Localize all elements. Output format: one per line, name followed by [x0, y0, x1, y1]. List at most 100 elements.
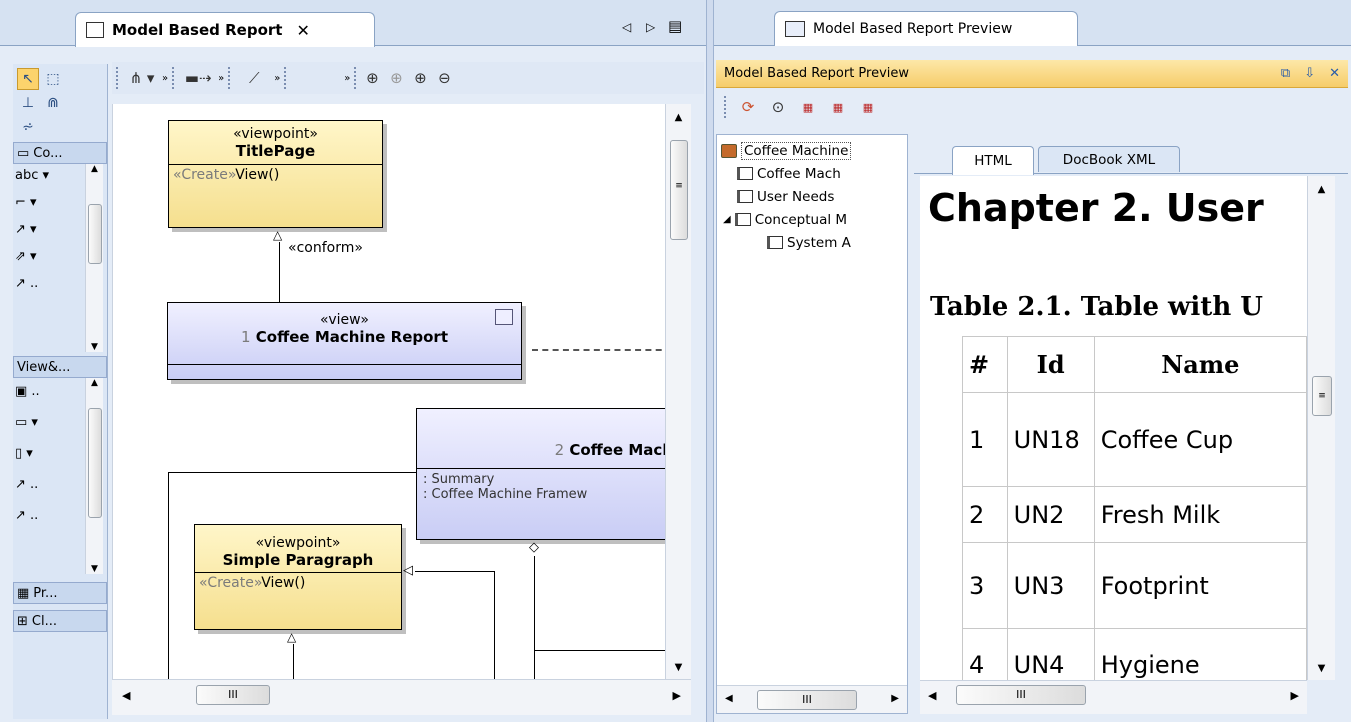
tree-item-conceptual[interactable]: ◢ Conceptual M [717, 208, 907, 231]
view-coffee-machine-framework[interactable]: 2 Coffee Mach : Summary : Coffee Machine… [416, 408, 665, 540]
view-tool-icon[interactable]: ▣ .. [15, 384, 40, 399]
layout-icon[interactable]: ⋔ ▾ [122, 66, 162, 90]
preview-icon[interactable]: ⊙ [766, 95, 790, 119]
user-needs-table: # Id Name 1 UN18 Coffee Cup 2 UN2 Fresh … [962, 336, 1307, 680]
arrow-head-icon: ◁ [403, 563, 413, 578]
composition-branch[interactable] [534, 650, 665, 651]
preview-hscrollbar[interactable]: ◀ III ▶ [920, 680, 1307, 714]
scroll-thumb[interactable]: ≡ [670, 140, 688, 240]
split-icon[interactable]: ⩫ [17, 116, 39, 138]
list-menu-icon[interactable]: ▤ [668, 17, 682, 35]
palette-scrollbar-2[interactable]: ▲ ▼ [85, 378, 103, 574]
palette-group-class[interactable]: ⊞ Cl... [13, 610, 107, 632]
pin-icon[interactable]: ⇩ [1304, 66, 1315, 81]
diagram-icon [86, 22, 104, 38]
refresh-icon[interactable]: ⟳ [736, 95, 760, 119]
expand-arrow-icon[interactable]: ◢ [723, 214, 731, 225]
export-xml-icon[interactable]: ▦ [856, 95, 880, 119]
palette-scrollbar-1[interactable]: ▲ ▼ [85, 164, 103, 352]
scroll-thumb[interactable] [88, 204, 102, 264]
tree-item-coffee-machine[interactable]: Coffee Machine [717, 139, 907, 162]
marquee-select-icon[interactable]: ⬚ [42, 68, 64, 90]
viewpoint-titlepage[interactable]: «viewpoint» TitlePage «Create»View() [168, 120, 383, 228]
scroll-thumb[interactable] [88, 408, 102, 518]
export-html-icon[interactable]: ▦ [796, 95, 820, 119]
expose-tool-icon[interactable]: ↗ .. [15, 508, 40, 523]
zoom-actual-icon[interactable]: ⊕ [384, 66, 408, 90]
zoom-out-icon[interactable]: ⊖ [432, 66, 456, 90]
document-tool-icon[interactable]: ▯ ▾ [15, 446, 40, 461]
close-icon[interactable]: ✕ [296, 21, 309, 40]
view-preview-icon[interactable] [495, 309, 513, 325]
table-caption: Table 2.1. Table with U [930, 292, 1263, 322]
tree-item-user-needs[interactable]: User Needs [717, 185, 907, 208]
arrow-head-icon: △ [287, 630, 297, 644]
book-icon [767, 236, 783, 249]
chapter-title: Chapter 2. User [928, 186, 1264, 230]
pointer-icon[interactable]: ↖ [17, 68, 39, 90]
path-style-icon[interactable]: ▬⇢ [178, 66, 218, 90]
report-tree: Coffee Machine Coffee Mach User Needs ◢ … [716, 134, 908, 714]
preview-panel-title: Model Based Report Preview ⧉ ⇩ ✕ [716, 60, 1348, 88]
conform-tool-icon[interactable]: ↗ .. [15, 477, 40, 492]
preview-icon [785, 21, 805, 37]
anchor-tool-icon[interactable]: ↗ ▾ [15, 222, 49, 237]
diagram-canvas[interactable]: «viewpoint» TitlePage «Create»View() △ «… [112, 104, 665, 679]
table-row: 4 UN4 Hygiene [962, 628, 1307, 680]
tab-docbook-xml[interactable]: DocBook XML [1038, 146, 1180, 172]
preview-toolbar: ⟳ ⊙ ▦ ▦ ▦ [716, 90, 1348, 124]
tab-label: Model Based Report [112, 21, 283, 39]
tab-model-based-report-preview[interactable]: Model Based Report Preview [774, 11, 1078, 46]
tree-item-coffee-mach[interactable]: Coffee Mach [717, 162, 907, 185]
conform-edge[interactable] [279, 242, 280, 302]
stamp-icon[interactable]: ⊥ [17, 92, 39, 114]
scroll-thumb[interactable]: III [196, 685, 270, 705]
book-icon [737, 167, 753, 180]
table-row: 1 UN18 Coffee Cup [962, 392, 1307, 487]
generalization-edge[interactable] [293, 644, 294, 679]
preview-vscrollbar[interactable]: ▲ ≡ ▼ [1307, 176, 1335, 680]
book-icon [734, 213, 751, 226]
diagram-vscrollbar[interactable]: ▲ ≡ ▼ [665, 104, 691, 679]
view-coffee-machine-report[interactable]: «view» 1 Coffee Machine Report [167, 302, 522, 380]
line-style-icon[interactable]: ⟋ [234, 66, 274, 90]
zoom-in-icon[interactable]: ⊕ [408, 66, 432, 90]
undock-icon[interactable]: ⧉ [1281, 66, 1290, 81]
zoom-fit-icon[interactable]: ⊕ [360, 66, 384, 90]
tree-item-system[interactable]: System A [717, 231, 907, 254]
dashed-edge[interactable] [532, 349, 665, 351]
dependency-tool-icon[interactable]: ⇗ ▾ [15, 249, 49, 264]
framework-edge-vertical[interactable] [168, 472, 169, 679]
scroll-thumb[interactable]: III [956, 685, 1086, 705]
palette-group-properties[interactable]: ▦ Pr... [13, 582, 107, 604]
framework-edge-horizontal[interactable] [168, 472, 416, 473]
table-row: 3 UN3 Footprint [962, 542, 1307, 629]
table-row: 2 UN2 Fresh Milk [962, 486, 1307, 543]
simple-paragraph-edge-down[interactable] [494, 571, 495, 679]
note-tool-icon[interactable]: ⌐ ▾ [15, 195, 49, 210]
scroll-thumb[interactable]: ≡ [1312, 376, 1332, 416]
export-pdf-icon[interactable]: ▦ [826, 95, 850, 119]
magnet-icon[interactable]: ⋒ [42, 92, 64, 114]
tree-hscrollbar[interactable]: ◀ III ▶ [717, 685, 907, 713]
nav-right-icon[interactable]: ▷ [646, 20, 655, 34]
pane-splitter[interactable] [706, 0, 714, 722]
text-tool-icon[interactable]: abc ▾ [15, 168, 49, 183]
simple-paragraph-edge[interactable] [415, 571, 494, 572]
tab-model-based-report[interactable]: Model Based Report ✕ [75, 12, 375, 47]
composition-edge[interactable] [534, 556, 535, 679]
report-book-icon [721, 143, 737, 158]
html-preview: Chapter 2. User Table 2.1. Table with U … [920, 176, 1307, 680]
close-icon[interactable]: ✕ [1329, 66, 1340, 81]
path-tool-icon[interactable]: ↗ .. [15, 276, 49, 291]
tab-html[interactable]: HTML [952, 146, 1034, 175]
viewpoint-simple-paragraph[interactable]: «viewpoint» Simple Paragraph «Create»Vie… [194, 524, 402, 630]
palette-group-view[interactable]: View&... [13, 356, 107, 378]
column-header: Name [1093, 336, 1307, 393]
palette-group-common[interactable]: ▭ Co... [13, 142, 107, 164]
nav-left-icon[interactable]: ◁ [622, 20, 631, 34]
tool-palette: ↖ ⬚ ⊥ ⋒ ⩫ ▭ Co... abc ▾ ⌐ ▾ ↗ ▾ ⇗ ▾ ↗ .. … [13, 64, 108, 719]
viewpoint-tool-icon[interactable]: ▭ ▾ [15, 415, 40, 430]
diagram-hscrollbar[interactable]: ◀ III ▶ [112, 679, 691, 715]
scroll-thumb[interactable]: III [757, 690, 857, 710]
